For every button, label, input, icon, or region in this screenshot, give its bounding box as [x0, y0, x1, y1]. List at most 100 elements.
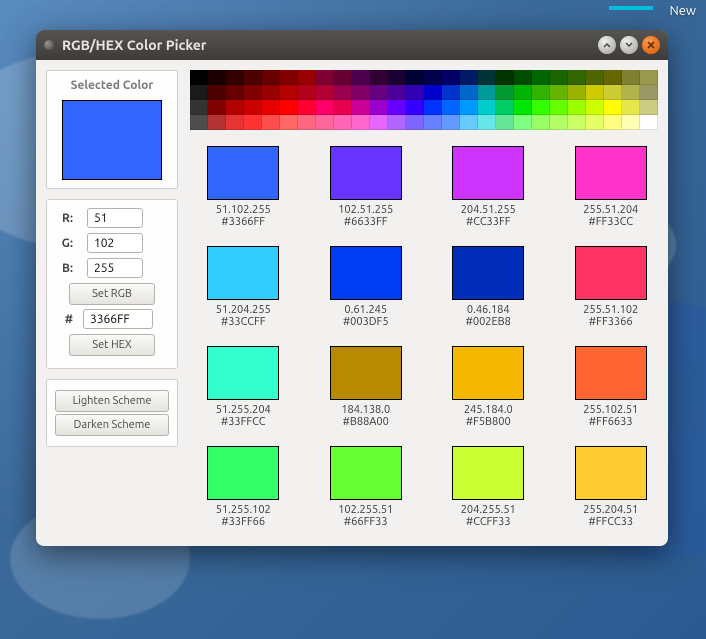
palette-cell[interactable] [550, 100, 568, 115]
palette-cell[interactable] [586, 85, 604, 100]
palette-cell[interactable] [280, 70, 298, 85]
palette-cell[interactable] [424, 70, 442, 85]
palette-cell[interactable] [496, 115, 514, 130]
set-rgb-button[interactable]: Set RGB [69, 283, 155, 305]
palette-cell[interactable] [478, 115, 496, 130]
palette-cell[interactable] [586, 70, 604, 85]
palette-cell[interactable] [262, 100, 280, 115]
palette-cell[interactable] [460, 115, 478, 130]
palette-cell[interactable] [244, 100, 262, 115]
scheme-swatch[interactable] [330, 246, 402, 300]
palette-cell[interactable] [352, 100, 370, 115]
palette-cell[interactable] [424, 85, 442, 100]
palette-cell[interactable] [388, 70, 406, 85]
palette-cell[interactable] [226, 100, 244, 115]
palette-cell[interactable] [298, 70, 316, 85]
palette-cell[interactable] [190, 85, 208, 100]
palette-cell[interactable] [442, 115, 460, 130]
palette-cell[interactable] [352, 85, 370, 100]
scheme-swatch[interactable] [575, 146, 647, 200]
palette-cell[interactable] [442, 70, 460, 85]
palette-cell[interactable] [334, 115, 352, 130]
palette-cell[interactable] [622, 85, 640, 100]
hex-input[interactable] [83, 309, 153, 329]
palette-cell[interactable] [604, 100, 622, 115]
palette-cell[interactable] [532, 85, 550, 100]
palette-cell[interactable] [640, 100, 658, 115]
palette-cell[interactable] [532, 115, 550, 130]
palette-cell[interactable] [370, 115, 388, 130]
palette-cell[interactable] [406, 70, 424, 85]
palette-cell[interactable] [532, 70, 550, 85]
palette-cell[interactable] [388, 100, 406, 115]
palette-cell[interactable] [622, 100, 640, 115]
palette-cell[interactable] [640, 85, 658, 100]
palette-cell[interactable] [190, 70, 208, 85]
palette-cell[interactable] [514, 100, 532, 115]
palette-cell[interactable] [370, 100, 388, 115]
palette-cell[interactable] [298, 115, 316, 130]
scheme-swatch[interactable] [452, 246, 524, 300]
palette-cell[interactable] [388, 115, 406, 130]
scheme-swatch[interactable] [575, 446, 647, 500]
palette-cell[interactable] [208, 85, 226, 100]
palette-cell[interactable] [568, 115, 586, 130]
palette-cell[interactable] [226, 115, 244, 130]
palette-cell[interactable] [226, 70, 244, 85]
lighten-scheme-button[interactable]: Lighten Scheme [55, 390, 169, 412]
palette-cell[interactable] [622, 115, 640, 130]
r-input[interactable] [87, 208, 143, 228]
g-input[interactable] [87, 233, 143, 253]
palette-cell[interactable] [190, 115, 208, 130]
palette-cell[interactable] [316, 100, 334, 115]
palette-cell[interactable] [586, 115, 604, 130]
palette-cell[interactable] [604, 85, 622, 100]
palette-cell[interactable] [514, 70, 532, 85]
palette-cell[interactable] [550, 115, 568, 130]
palette-cell[interactable] [244, 85, 262, 100]
palette-cell[interactable] [352, 70, 370, 85]
palette-cell[interactable] [316, 70, 334, 85]
palette-cell[interactable] [640, 115, 658, 130]
palette-cell[interactable] [478, 70, 496, 85]
palette-cell[interactable] [280, 115, 298, 130]
palette-cell[interactable] [568, 85, 586, 100]
scheme-swatch[interactable] [452, 346, 524, 400]
palette-cell[interactable] [640, 70, 658, 85]
palette-cell[interactable] [370, 85, 388, 100]
b-input[interactable] [87, 258, 143, 278]
palette-cell[interactable] [334, 100, 352, 115]
palette-cell[interactable] [550, 70, 568, 85]
palette-cell[interactable] [496, 70, 514, 85]
palette-cell[interactable] [550, 85, 568, 100]
scheme-swatch[interactable] [452, 446, 524, 500]
palette-cell[interactable] [334, 70, 352, 85]
palette-cell[interactable] [298, 85, 316, 100]
palette-cell[interactable] [622, 70, 640, 85]
palette-cell[interactable] [208, 70, 226, 85]
palette-cell[interactable] [424, 115, 442, 130]
darken-scheme-button[interactable]: Darken Scheme [55, 414, 169, 436]
scheme-swatch[interactable] [330, 346, 402, 400]
scheme-swatch[interactable] [207, 346, 279, 400]
palette-cell[interactable] [298, 100, 316, 115]
palette-cell[interactable] [604, 115, 622, 130]
palette-cell[interactable] [262, 70, 280, 85]
palette-cell[interactable] [208, 100, 226, 115]
set-hex-button[interactable]: Set HEX [69, 334, 155, 356]
palette-cell[interactable] [514, 85, 532, 100]
maximize-icon[interactable] [620, 36, 638, 54]
palette-cell[interactable] [280, 85, 298, 100]
scheme-swatch[interactable] [207, 146, 279, 200]
palette-cell[interactable] [406, 100, 424, 115]
scheme-swatch[interactable] [207, 246, 279, 300]
palette-cell[interactable] [496, 85, 514, 100]
palette-cell[interactable] [316, 115, 334, 130]
palette-cell[interactable] [478, 100, 496, 115]
palette-cell[interactable] [244, 70, 262, 85]
palette-cell[interactable] [262, 85, 280, 100]
scheme-swatch[interactable] [575, 246, 647, 300]
palette-cell[interactable] [478, 85, 496, 100]
palette-cell[interactable] [604, 70, 622, 85]
palette-cell[interactable] [226, 85, 244, 100]
